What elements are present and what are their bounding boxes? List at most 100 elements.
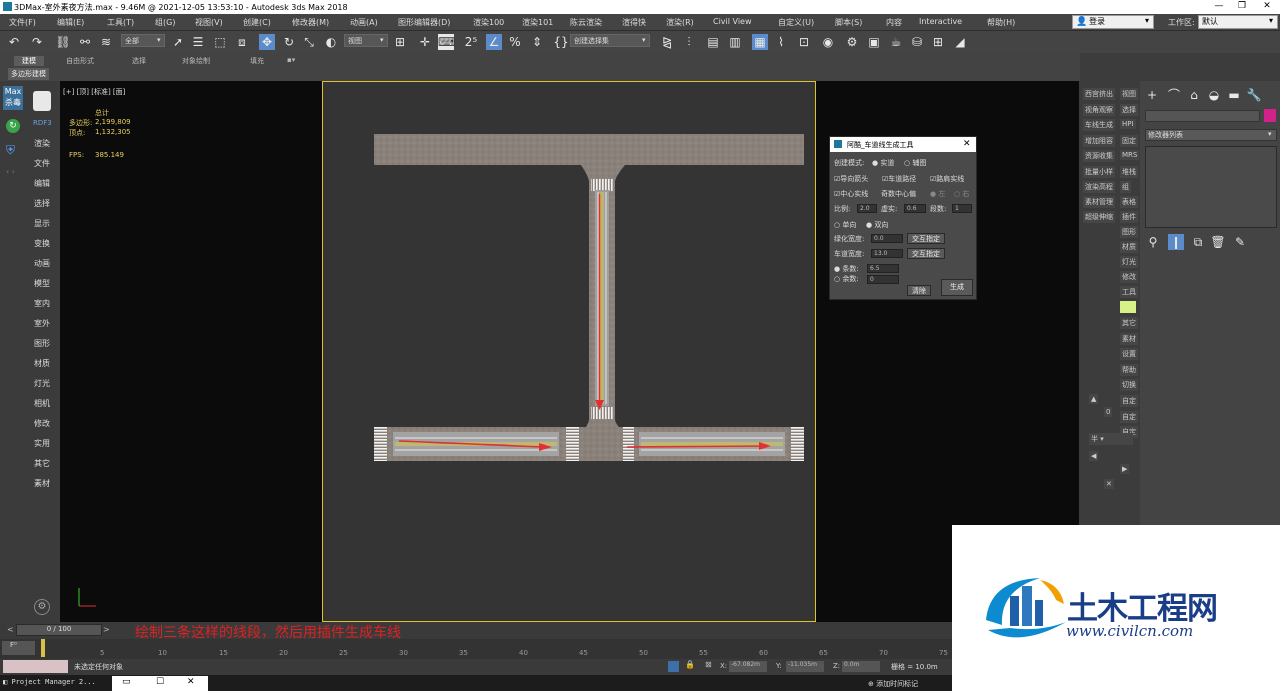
unlink-icon[interactable]: ⚯ — [77, 34, 93, 50]
select-object-icon[interactable]: ➚ — [170, 34, 186, 50]
color-swatch[interactable] — [1120, 301, 1136, 313]
menu-scripting[interactable]: 脚本(S) — [835, 17, 862, 28]
close-button[interactable]: ✕ — [1255, 1, 1279, 11]
viewport-main[interactable] — [322, 81, 816, 622]
track-bar[interactable]: F⁰ 5 10 15 20 25 30 35 40 45 50 55 60 65… — [0, 639, 952, 659]
right-item-6[interactable]: 渲染高程 — [1083, 181, 1115, 193]
menu-render101[interactable]: 渲染101 — [522, 17, 553, 28]
menu-tools[interactable]: 工具(T) — [107, 17, 134, 28]
render-iterative-icon[interactable]: ⊞ — [930, 34, 946, 50]
ribbon-toggle-icon[interactable]: ▦ — [752, 34, 768, 50]
bind-space-warp-icon[interactable]: ≋ — [98, 34, 114, 50]
filter-fx-button[interactable]: F⁰ — [2, 641, 35, 655]
remove-modifier-icon[interactable]: 🗑 — [1210, 234, 1226, 250]
dir-option-two-way[interactable]: ● 双向 — [866, 220, 888, 230]
menu-modifiers[interactable]: 修改器(M) — [292, 17, 329, 28]
ratio-spinner[interactable]: 2.0 — [857, 204, 877, 213]
left-item-select[interactable]: 选择 — [34, 198, 50, 209]
keyboard-shortcut-icon[interactable]: ⌨ — [438, 34, 455, 50]
lane-width-spinner[interactable]: 13.0 — [871, 249, 903, 258]
right-item2-12[interactable]: 修改 — [1120, 271, 1138, 283]
utilities-tab-icon[interactable]: 🔧 — [1246, 87, 1262, 103]
menu-customize[interactable]: 自定义(U) — [778, 17, 814, 28]
scene-explorer-icon[interactable]: ▤ — [705, 34, 721, 50]
right-item2-10[interactable]: 材质 — [1120, 241, 1138, 253]
right-item-1[interactable]: 视角观察 — [1083, 104, 1115, 116]
right-item-7[interactable]: 素材管理 — [1083, 196, 1115, 208]
right-item2-16[interactable]: 设置 — [1120, 348, 1138, 360]
up-arrow-icon[interactable]: ▲ — [1089, 394, 1099, 404]
right-item2-5[interactable]: 堆栈 — [1120, 166, 1138, 178]
show-end-result-icon[interactable]: ❙ — [1168, 234, 1184, 250]
shield-blue-icon[interactable]: ⛨ — [6, 143, 20, 157]
minimize-button[interactable]: — — [1207, 1, 1231, 11]
check-guide-arrow[interactable]: ☑导向箭头 — [834, 174, 868, 184]
right-item-8[interactable]: 超级伸缩 — [1083, 211, 1115, 223]
dialog-close-icon[interactable]: ✕ — [963, 139, 971, 149]
render-cloud-icon[interactable]: ◢ — [952, 34, 968, 50]
left-item-shapes[interactable]: 图形 — [34, 338, 50, 349]
max-antivirus-logo[interactable]: Max 杀毒 — [3, 86, 23, 110]
curve-editor-icon[interactable]: ⌇ — [773, 34, 789, 50]
left-item-model[interactable]: 模型 — [34, 278, 50, 289]
left-item-render[interactable]: 渲染 — [34, 138, 50, 149]
left-item-modify[interactable]: 修改 — [34, 418, 50, 429]
left-item-display[interactable]: 显示 — [34, 218, 50, 229]
rotate-icon[interactable]: ↻ — [281, 34, 297, 50]
move-icon[interactable]: ✥ — [259, 34, 275, 50]
check-lane-path[interactable]: ☑车道路径 — [882, 174, 916, 184]
left-item-interior[interactable]: 室内 — [34, 298, 50, 309]
maxscript-listener[interactable] — [3, 660, 68, 673]
window-crossing-icon[interactable]: ⧈ — [234, 34, 250, 50]
render-icon[interactable]: ☕ — [888, 34, 904, 50]
refresh-icon[interactable]: ↻ — [6, 119, 20, 133]
count-spinner[interactable]: 6.5 — [867, 264, 899, 273]
side-option-right[interactable]: ○ 右 — [954, 189, 969, 199]
schematic-view-icon[interactable]: ⊡ — [796, 34, 812, 50]
scale-icon[interactable]: ⤡ — [301, 34, 317, 50]
right-item2-9[interactable]: 图形 — [1120, 226, 1138, 238]
dash-spinner[interactable]: 0.6 — [904, 204, 926, 213]
zero-small-button[interactable]: 0 — [1104, 407, 1113, 417]
left-item-camera[interactable]: 相机 — [34, 398, 50, 409]
right-item2-2[interactable]: HPI — [1120, 119, 1136, 129]
ribbon-options-icon[interactable]: ▪▾ — [287, 56, 295, 64]
left-arrow-icon[interactable]: ◀ — [1089, 451, 1099, 461]
z-coordinate-field[interactable]: 0.0m — [842, 661, 880, 672]
dir-option-one-way[interactable]: ○ 单向 — [834, 220, 856, 230]
right-item2-1[interactable]: 选择 — [1120, 104, 1138, 116]
right-arrow-icon[interactable]: ▶ — [1120, 464, 1130, 474]
current-frame-marker[interactable] — [41, 639, 45, 657]
left-item-file[interactable]: 文件 — [34, 158, 50, 169]
right-item2-7[interactable]: 表格 — [1120, 196, 1138, 208]
render-setup-icon[interactable]: ⚙ — [844, 34, 860, 50]
right-item2-13[interactable]: 工具 — [1120, 286, 1138, 298]
ribbon-tab-selection[interactable]: 选择 — [132, 56, 146, 66]
spinner-snap-icon[interactable]: ⇕ — [529, 34, 545, 50]
left-item-lights[interactable]: 灯光 — [34, 378, 50, 389]
right-item2-18[interactable]: 切换 — [1120, 379, 1138, 391]
pick-lane-button[interactable]: 交互指定 — [907, 248, 945, 259]
generate-button[interactable]: 生成 — [941, 279, 973, 296]
right-item2-6[interactable]: 组 — [1120, 181, 1131, 193]
named-selection-dropdown[interactable]: 创建选择集 ▾ — [570, 34, 650, 47]
menu-render100[interactable]: 渲染100 — [473, 17, 504, 28]
menu-edit[interactable]: 编辑(E) — [57, 17, 84, 28]
small-dropdown[interactable]: 半 ▾ — [1089, 433, 1133, 445]
right-item2-14[interactable]: 其它 — [1120, 317, 1138, 329]
make-unique-icon[interactable]: ⧉ — [1190, 234, 1206, 250]
mirror-icon[interactable]: ⧎ — [659, 34, 675, 50]
time-prev-icon[interactable]: < — [7, 625, 14, 634]
ribbon-sub-polygon-modeling[interactable]: 多边形建模 — [8, 68, 49, 80]
right-item2-0[interactable]: 视图 — [1120, 88, 1138, 100]
right-item2-3[interactable]: 固定 — [1120, 135, 1138, 147]
pin-stack-icon[interactable]: ⚲ — [1145, 234, 1161, 250]
right-item2-20[interactable]: 自定 — [1120, 411, 1138, 423]
ribbon-tab-freeform[interactable]: 自由形式 — [66, 56, 94, 66]
menu-create[interactable]: 创建(C) — [243, 17, 271, 28]
rect-selection-icon[interactable]: ⬚ — [212, 34, 228, 50]
modifier-list-dropdown[interactable]: 修改器列表 ▾ — [1145, 129, 1277, 141]
taskbar-project-manager[interactable]: ◧ Project Manager 2... — [3, 678, 96, 686]
menu-content[interactable]: 内容 — [886, 17, 902, 28]
create-tab-icon[interactable]: + — [1144, 87, 1160, 103]
